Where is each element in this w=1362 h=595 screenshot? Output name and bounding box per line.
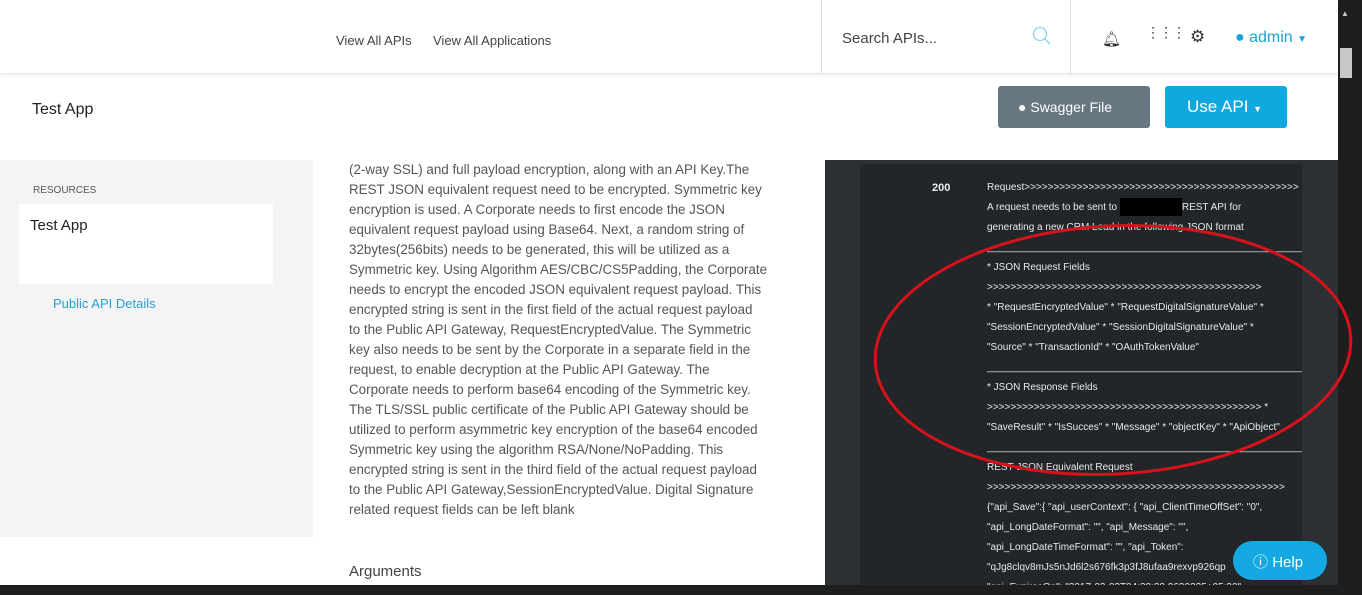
description-line: The TLS/SSL public certificate of the Pu… — [349, 402, 749, 417]
status-code: 200 — [932, 182, 951, 194]
swagger-file-button[interactable]: ● Swagger File — [998, 86, 1150, 128]
nav-view-all-applications[interactable]: View All Applications — [433, 33, 551, 48]
code-line: * "RequestEncryptedValue" * "RequestDigi… — [987, 302, 1264, 313]
code-line: "SessionEncryptedValue" * "SessionDigita… — [987, 322, 1254, 333]
description-line: Symmetric key. Using Algorithm AES/CBC/C… — [349, 262, 768, 277]
scrollbar[interactable]: ▲ — [1338, 0, 1362, 585]
description-line: to the Public API Gateway, RequestEncryp… — [349, 322, 751, 337]
description-line: needs to encrypt the encoded JSON equiva… — [349, 282, 762, 297]
description-line: to the Public API Gateway,SessionEncrypt… — [349, 482, 754, 497]
nav-view-all-apis[interactable]: View All APIs — [336, 33, 412, 48]
page-title: Test App — [32, 101, 94, 118]
description-line: REST JSON equivalent request need to be … — [349, 182, 762, 197]
user-icon: ● — [1235, 29, 1245, 46]
code-line: * JSON Response Fields — [987, 382, 1098, 393]
description-line: encrypted string is sent in the first fi… — [349, 302, 753, 317]
search-icon[interactable] — [1032, 26, 1052, 46]
code-text: A request needs to be sent to — [987, 202, 1118, 213]
response-pane: 200 Request>>>>>>>>>>>>>>>>>>>>>>>>>>>>>… — [825, 160, 1338, 585]
resource-card[interactable]: Test App — [19, 204, 273, 284]
help-label: Help — [1272, 554, 1304, 571]
use-api-button[interactable]: Use API ▼ — [1165, 86, 1287, 128]
scrollbar-thumb[interactable] — [1340, 48, 1352, 78]
search-input[interactable]: Search APIs... — [821, 0, 1071, 74]
description-line: 32bytes(256bits) needs to be generated, … — [349, 242, 730, 257]
code-text: REST API for — [1181, 202, 1242, 213]
code-line: {"api_Save":{ "api_userContext": { "api_… — [987, 502, 1263, 513]
description-line: request, to enable decryption at the Pub… — [349, 362, 710, 377]
response-body: Request>>>>>>>>>>>>>>>>>>>>>>>>>>>>>>>>>… — [987, 178, 1302, 585]
code-line: A request needs to be sent to REST API f… — [987, 198, 1302, 218]
description-line: related request fields can be left blank — [349, 502, 575, 517]
code-line: >>>>>>>>>>>>>>>>>>>>>>>>>>>>>>>>>>>>>>>>… — [987, 282, 1262, 293]
code-line: "SaveResult" * "IsSucces" * "Message" * … — [987, 422, 1280, 433]
response-panel: 200 Request>>>>>>>>>>>>>>>>>>>>>>>>>>>>>… — [860, 164, 1302, 585]
user-name: admin — [1249, 29, 1293, 46]
user-menu[interactable]: ● admin ▼ — [1235, 29, 1307, 47]
info-icon: ⓘ — [1253, 554, 1269, 571]
code-line: generating a new CRM Lead in the followi… — [987, 222, 1244, 233]
gear-icon[interactable]: ⚙ — [1190, 27, 1205, 47]
app: View All APIs View All Applications Sear… — [0, 0, 1338, 585]
chevron-down-icon: ▼ — [1297, 34, 1308, 45]
resources-label: RESOURCES — [33, 185, 97, 196]
description-line: key also needs to be sent by the Corpora… — [349, 342, 751, 357]
top-header: View All APIs View All Applications Sear… — [0, 0, 1338, 74]
description-line: utilized to perform asymmetric key encry… — [349, 422, 758, 437]
code-line: "api_LongDateFormat": "", "api_Message":… — [987, 522, 1189, 533]
code-line: ________________________________________… — [987, 242, 1302, 253]
bell-icon[interactable]: 🔔︎ — [1102, 30, 1121, 48]
code-line: ________________________________________… — [987, 442, 1302, 453]
description-line: encryption is used. A Corporate needs to… — [349, 202, 725, 217]
description-line: Corporate needs to perform base64 encodi… — [349, 382, 751, 397]
chevron-down-icon: ▼ — [1253, 104, 1263, 114]
code-line: >>>>>>>>>>>>>>>>>>>>>>>>>>>>>>>>>>>>>>>>… — [987, 482, 1285, 493]
sidebar: RESOURCES Test App Public API Details — [0, 160, 313, 537]
use-api-label: Use API — [1187, 97, 1249, 116]
api-description: a lead tracking number. Security for thi… — [349, 140, 794, 520]
description-line: Symmetric key using the algorithm RSA/No… — [349, 442, 724, 457]
code-line: >>>>>>>>>>>>>>>>>>>>>>>>>>>>>>>>>>>>>>>>… — [987, 402, 1269, 413]
resource-title: Test App — [30, 217, 88, 234]
code-line: * JSON Request Fields — [987, 262, 1090, 273]
code-line: "Source" * "TransactionId" * "OAuthToken… — [987, 342, 1199, 353]
code-line: Request>>>>>>>>>>>>>>>>>>>>>>>>>>>>>>>>>… — [987, 182, 1299, 193]
search-placeholder: Search APIs... — [842, 30, 938, 47]
description-line: encrypted string is sent in the third fi… — [349, 462, 757, 477]
description-line: (2-way SSL) and full payload encryption,… — [349, 162, 750, 177]
apps-grid-icon[interactable]: ⋮⋮⋮ — [1146, 25, 1186, 39]
code-line: ________________________________________… — [987, 362, 1302, 373]
arguments-heading: Arguments — [349, 563, 422, 580]
help-button[interactable]: ⓘ Help — [1233, 541, 1327, 580]
code-line: REST-JSON Equivalent Request — [987, 462, 1133, 473]
description-line: equivalent request payload using Base64.… — [349, 222, 745, 237]
swagger-label: Swagger File — [1030, 99, 1113, 115]
redacted-block — [1119, 198, 1182, 217]
scroll-up-icon[interactable]: ▲ — [1341, 9, 1349, 18]
public-api-details-link[interactable]: Public API Details — [53, 296, 156, 311]
app-header: Test App ● Swagger File Use API ▼ — [0, 74, 1338, 160]
swagger-icon: ● — [1018, 99, 1027, 115]
